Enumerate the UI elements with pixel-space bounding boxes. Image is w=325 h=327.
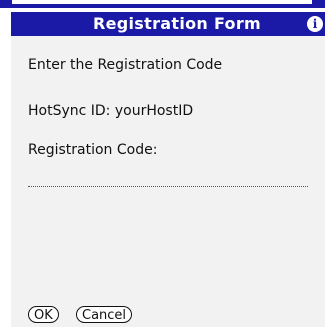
instruction-text: Enter the Registration Code <box>28 57 223 73</box>
hotsync-id-line: HotSync ID: yourHostID <box>28 102 193 120</box>
ok-button[interactable]: OK <box>28 306 59 323</box>
info-icon[interactable]: i <box>307 16 323 32</box>
title-bar: Registration Form i <box>11 12 325 36</box>
top-frame-strip <box>0 0 325 8</box>
palm-screen: Registration Form i Enter the Registrati… <box>0 0 325 327</box>
form-title: Registration Form <box>93 14 261 33</box>
hotsync-id-value: yourHostID <box>114 103 194 119</box>
hotsync-id-label: HotSync ID: <box>28 103 111 119</box>
registration-code-label: Registration Code: <box>28 142 158 158</box>
registration-code-field[interactable] <box>28 168 308 187</box>
top-frame-strip-inner <box>12 0 312 4</box>
cancel-button[interactable]: Cancel <box>76 306 133 323</box>
